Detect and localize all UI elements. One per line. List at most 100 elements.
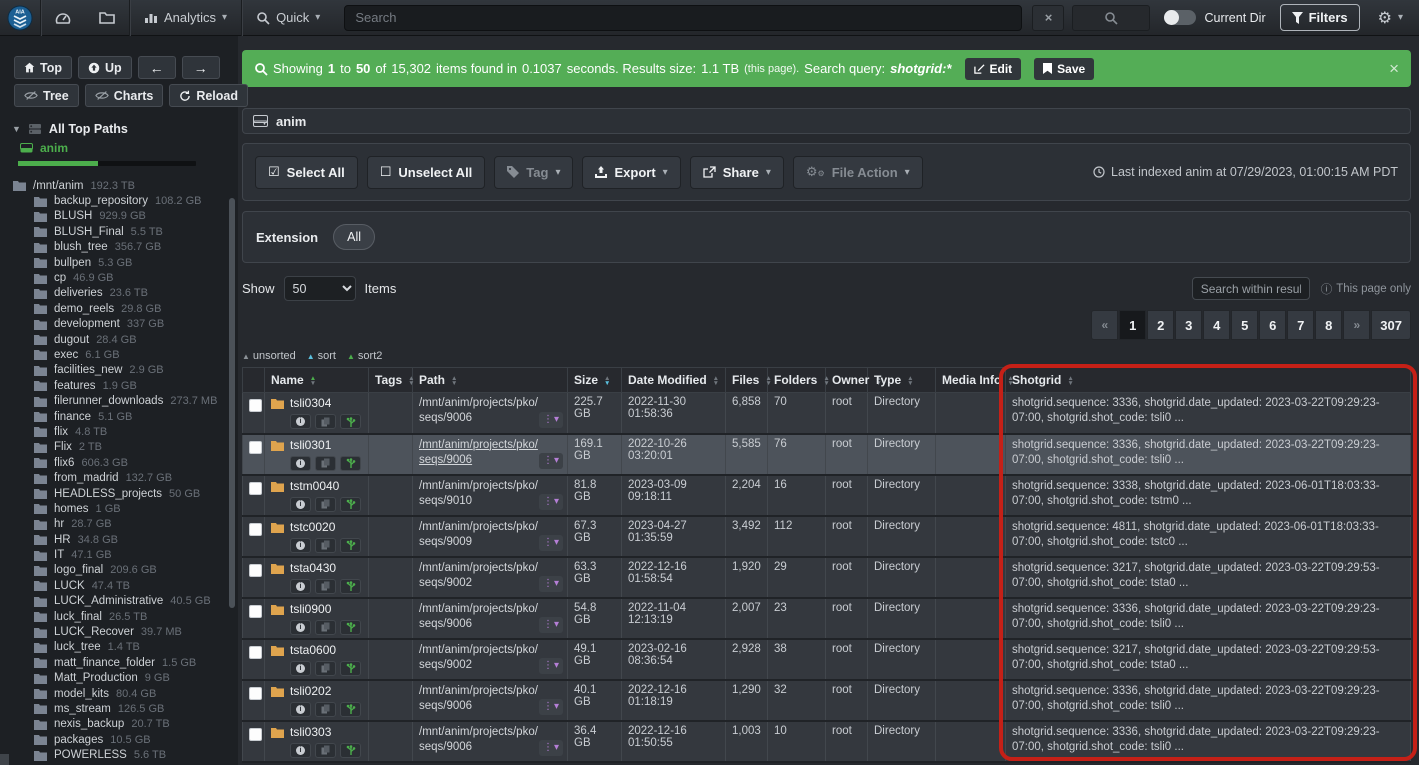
sidebar-folder-item[interactable]: BLUSH 929.9 GB [0,209,238,224]
row-checkbox[interactable] [249,728,262,741]
column-header-folders[interactable]: Folders▲▼ [768,368,826,393]
sidebar-folder-item[interactable]: finance 5.1 GB [0,409,238,424]
share-menu-button[interactable]: Share ▾ [690,156,784,189]
up-button[interactable]: Up [78,56,132,79]
sidebar-folder-item[interactable]: cp 46.9 GB [0,270,238,285]
sidebar-folder-item[interactable]: HR 34.8 GB [0,532,238,547]
close-icon[interactable]: × [1389,59,1399,79]
sidebar-scrollbar[interactable] [229,198,235,608]
item-path-link[interactable]: /mnt/anim/projects/pko/seqs/9006 [419,685,538,712]
sidebar-folder-item[interactable]: filerunner_downloads 273.7 MB [0,393,238,408]
sidebar-folder-item[interactable]: HEADLESS_projects 50 GB [0,486,238,501]
page-button-2[interactable]: 2 [1147,310,1174,340]
row-checkbox[interactable] [249,687,262,700]
page-button-1[interactable]: 1 [1119,310,1146,340]
info-button[interactable]: i [290,414,311,429]
row-checkbox[interactable] [249,646,262,659]
reload-button[interactable]: Reload [169,84,248,107]
item-name-link[interactable]: tsta0430 [290,561,336,576]
path-menu-button[interactable]: ⋮▾ [539,658,563,674]
quick-menu[interactable]: Quick ▾ [242,0,334,36]
row-checkbox[interactable] [249,482,262,495]
column-header-tags[interactable]: Tags▲▼ [369,368,413,393]
clear-search-button[interactable]: × [1032,5,1064,31]
item-path-link[interactable]: /mnt/anim/projects/pko/seqs/9006 [419,726,538,753]
copy-button[interactable] [315,497,336,512]
sidebar-folder-item[interactable]: /mnt/anim 192.3 TB [0,178,238,193]
sidebar-folder-item[interactable]: deliveries 23.6 TB [0,286,238,301]
extension-all-pill[interactable]: All [333,224,375,250]
dashboard-button[interactable] [41,0,85,36]
row-checkbox[interactable] [249,564,262,577]
sidebar-folder-item[interactable]: bullpen 5.3 GB [0,255,238,270]
copy-button[interactable] [315,579,336,594]
page-button-8[interactable]: 8 [1315,310,1342,340]
sidebar-folder-item[interactable]: POWERLESS 5.6 TB [0,747,238,762]
tree-view-button[interactable] [340,579,361,594]
sidebar-folder-item[interactable]: LUCK 47.4 TB [0,578,238,593]
sidebar-folder-item[interactable]: dugout 28.4 GB [0,332,238,347]
path-menu-button[interactable]: ⋮▾ [539,453,563,469]
sidebar-folder-item[interactable]: exec 6.1 GB [0,347,238,362]
copy-button[interactable] [315,661,336,676]
items-per-page-select[interactable]: 50 [284,276,356,301]
item-path-link[interactable]: /mnt/anim/projects/pko/seqs/9009 [419,521,538,548]
row-checkbox[interactable] [249,605,262,618]
row-checkbox[interactable] [249,523,262,536]
sort-link-sort2[interactable]: ▲ sort2 [347,350,382,362]
sidebar-folder-item[interactable]: nexis_backup 20.7 TB [0,717,238,732]
unselect-all-button[interactable]: ☐ Unselect All [367,156,486,189]
column-header-media-info[interactable]: Media Info▲▼ [936,368,1006,393]
item-name-link[interactable]: tsli0301 [290,438,331,453]
page-button-«[interactable]: « [1091,310,1118,340]
file-action-menu-button[interactable]: ⚙⚙ File Action ▾ [793,156,923,189]
page-button-5[interactable]: 5 [1231,310,1258,340]
item-path-link[interactable]: /mnt/anim/projects/pko/seqs/9006 [419,439,538,466]
app-logo[interactable]: AIA [0,5,40,31]
sidebar-folder-item[interactable]: demo_reels 29.8 GB [0,301,238,316]
index-panel-header[interactable]: anim [242,108,1411,134]
tree-toggle-button[interactable]: Tree [14,84,79,107]
copy-button[interactable] [315,456,336,471]
sidebar-folder-item[interactable]: LUCK_Administrative 40.5 GB [0,594,238,609]
forward-button[interactable]: → [182,56,220,79]
column-header-size[interactable]: Size▲▼ [568,368,622,393]
all-top-paths-node[interactable]: ▼ All Top Paths [12,122,238,136]
back-button[interactable]: ← [138,56,176,79]
item-name-link[interactable]: tsli0202 [290,684,331,699]
search-submit-button[interactable] [1072,5,1150,31]
tag-menu-button[interactable]: Tag ▾ [494,156,573,189]
edit-query-button[interactable]: Edit [965,58,1022,80]
sort-link-unsorted[interactable]: ▲ unsorted [242,350,296,362]
item-path-link[interactable]: /mnt/anim/projects/pko/seqs/9002 [419,644,538,671]
column-header-shotgrid[interactable]: Shotgrid▲▼ [1006,368,1411,393]
filters-button[interactable]: Filters [1280,4,1360,31]
item-name-link[interactable]: tsli0304 [290,396,331,411]
column-header-date-modified[interactable]: Date Modified▲▼ [622,368,726,393]
column-header-path[interactable]: Path▲▼ [413,368,568,393]
tree-view-button[interactable] [340,497,361,512]
sidebar-folder-item[interactable]: IT 47.1 GB [0,547,238,562]
path-menu-button[interactable]: ⋮▾ [539,494,563,510]
page-button-»[interactable]: » [1343,310,1370,340]
copy-button[interactable] [315,620,336,635]
sidebar-folder-item[interactable]: Matt_Production 9 GB [0,671,238,686]
item-name-link[interactable]: tsli0900 [290,602,331,617]
search-input[interactable] [344,5,1022,31]
sidebar-hscrollbar[interactable] [0,754,9,765]
charts-toggle-button[interactable]: Charts [85,84,164,107]
sidebar-folder-item[interactable]: model_kits 80.4 GB [0,686,238,701]
sidebar-folder-item[interactable]: flix6 606.3 GB [0,455,238,470]
column-header-files[interactable]: Files▲▼ [726,368,768,393]
copy-button[interactable] [315,538,336,553]
sidebar-folder-item[interactable]: matt_finance_folder 1.5 GB [0,655,238,670]
export-menu-button[interactable]: Export ▾ [582,156,680,189]
sidebar-folder-item[interactable]: development 337 GB [0,317,238,332]
item-name-link[interactable]: tsli0303 [290,725,331,740]
file-browser-button[interactable] [85,0,129,36]
settings-menu[interactable]: ⚙ ▾ [1372,0,1409,36]
info-button[interactable]: i [290,702,311,717]
save-query-button[interactable]: Save [1034,58,1094,80]
row-checkbox[interactable] [249,441,262,454]
path-menu-button[interactable]: ⋮▾ [539,617,563,633]
